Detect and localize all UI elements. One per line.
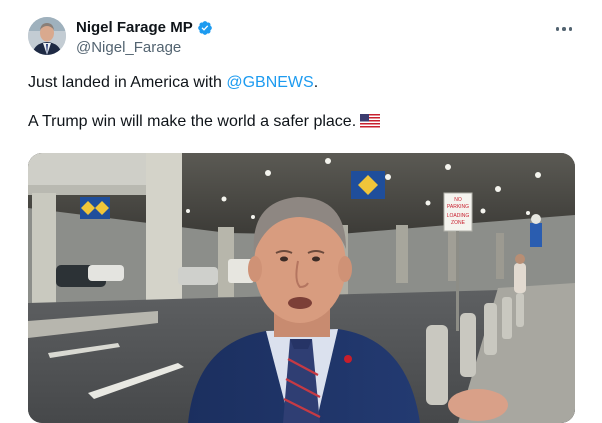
more-options-button[interactable] — [552, 18, 576, 40]
avatar[interactable] — [28, 17, 66, 55]
gbnews-mention-link[interactable]: @GBNEWS — [226, 74, 313, 91]
us-flag-icon — [360, 114, 381, 135]
author-name-row[interactable]: Nigel Farage MP — [76, 19, 213, 37]
display-name[interactable]: Nigel Farage MP — [76, 19, 193, 37]
tweet-text-suffix: . — [313, 74, 319, 91]
tweet: Nigel Farage MP @Nigel_Farage Just lande… — [0, 0, 602, 423]
tweet-line-1: Just landed in America with @GBNEWS. — [28, 73, 568, 93]
no-parking-sign-line-3: LOADING — [447, 213, 470, 219]
more-horizontal-icon — [555, 27, 573, 31]
tweet-text-prefix: Just landed in America with — [28, 74, 227, 91]
tweet-line-2-text: A Trump win will make the world a safer … — [28, 113, 357, 130]
author-handle[interactable]: @Nigel_Farage — [76, 39, 181, 57]
tweet-line-2: A Trump win will make the world a safer … — [28, 112, 568, 135]
verified-badge-icon — [197, 20, 213, 36]
tweet-text: Just landed in America with @GBNEWS. A T… — [28, 73, 568, 135]
video-media[interactable]: NO PARKING LOADING ZONE — [28, 153, 575, 423]
no-parking-sign-line-1: NO — [454, 197, 462, 203]
no-parking-sign-line-2: PARKING — [447, 204, 469, 210]
no-parking-sign-line-4: ZONE — [451, 220, 466, 226]
